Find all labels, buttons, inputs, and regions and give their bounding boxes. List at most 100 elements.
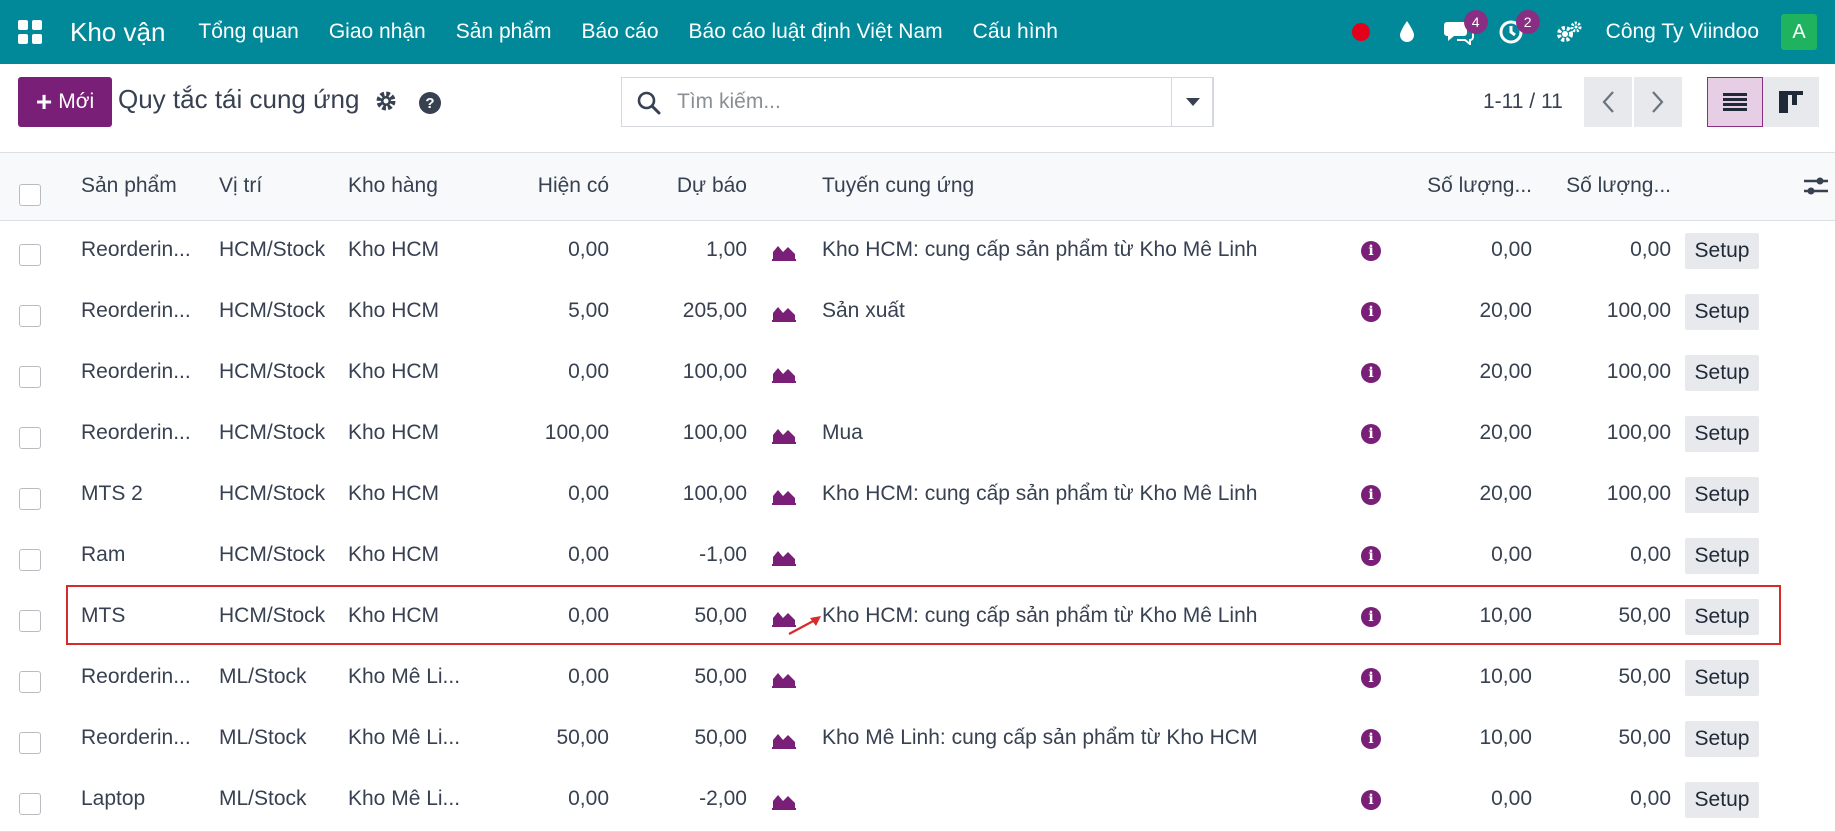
cell-warehouse[interactable]: Kho Mê Li... xyxy=(348,665,468,689)
cell-route[interactable]: Mua xyxy=(822,421,1342,445)
cell-max-qty[interactable]: 100,00 xyxy=(1540,482,1671,506)
cell-max-qty[interactable]: 0,00 xyxy=(1540,543,1671,567)
cell-forecast[interactable]: -1,00 xyxy=(620,543,747,567)
optional-columns-toggle-icon[interactable] xyxy=(1804,175,1828,202)
row-checkbox[interactable] xyxy=(19,366,41,388)
cell-on-hand[interactable]: 0,00 xyxy=(480,543,609,567)
kanban-view-button[interactable] xyxy=(1763,77,1819,127)
cell-on-hand[interactable]: 0,00 xyxy=(480,787,609,811)
cell-on-hand[interactable]: 5,00 xyxy=(480,299,609,323)
app-brand[interactable]: Kho vận xyxy=(70,17,165,48)
gear-icon[interactable] xyxy=(375,90,397,117)
row-checkbox[interactable] xyxy=(19,732,41,754)
cell-location[interactable]: HCM/Stock xyxy=(219,299,331,323)
cell-warehouse[interactable]: Kho HCM xyxy=(348,299,468,323)
setup-button[interactable]: Setup xyxy=(1685,721,1759,757)
table-row[interactable]: Laptop ML/Stock Kho Mê Li... 0,00 -2,00 i 0,00… xyxy=(0,770,1835,832)
cell-max-qty[interactable]: 100,00 xyxy=(1540,360,1671,384)
forecast-graph-icon[interactable] xyxy=(771,668,797,693)
cell-max-qty[interactable]: 50,00 xyxy=(1540,665,1671,689)
info-icon[interactable]: i xyxy=(1361,790,1381,810)
cell-on-hand[interactable]: 50,00 xyxy=(480,726,609,750)
table-row[interactable]: Reorderin... ML/Stock Kho Mê Li... 0,00 50,0… xyxy=(0,648,1835,710)
info-icon[interactable]: i xyxy=(1361,546,1381,566)
cell-warehouse[interactable]: Kho HCM xyxy=(348,360,468,384)
cell-max-qty[interactable]: 100,00 xyxy=(1540,299,1671,323)
cell-forecast[interactable]: -2,00 xyxy=(620,787,747,811)
cell-product[interactable]: Reorderin... xyxy=(81,665,209,689)
cell-warehouse[interactable]: Kho Mê Li... xyxy=(348,787,468,811)
row-checkbox[interactable] xyxy=(19,244,41,266)
cell-min-qty[interactable]: 0,00 xyxy=(1390,238,1532,262)
table-row[interactable]: Reorderin... HCM/Stock Kho HCM 0,00 1,00 Kho … xyxy=(0,221,1835,283)
company-switcher[interactable]: Công Ty Viindoo xyxy=(1606,20,1759,44)
row-checkbox[interactable] xyxy=(19,305,41,327)
column-header-min-qty[interactable]: Số lượng... xyxy=(1390,174,1532,198)
user-avatar[interactable]: A xyxy=(1781,14,1817,50)
info-icon[interactable]: i xyxy=(1361,668,1381,688)
cell-product[interactable]: Ram xyxy=(81,543,209,567)
cell-forecast[interactable]: 1,00 xyxy=(620,238,747,262)
cell-location[interactable]: ML/Stock xyxy=(219,787,331,811)
cell-min-qty[interactable]: 20,00 xyxy=(1390,299,1532,323)
cell-location[interactable]: HCM/Stock xyxy=(219,482,331,506)
info-icon[interactable]: i xyxy=(1361,729,1381,749)
setup-button[interactable]: Setup xyxy=(1685,294,1759,330)
search-input[interactable] xyxy=(677,78,1177,126)
cell-forecast[interactable]: 100,00 xyxy=(620,421,747,445)
cell-max-qty[interactable]: 0,00 xyxy=(1540,238,1671,262)
cell-location[interactable]: HCM/Stock xyxy=(219,238,331,262)
table-row[interactable]: Reorderin... HCM/Stock Kho HCM 0,00 100,00 i 2… xyxy=(0,343,1835,405)
cell-forecast[interactable]: 100,00 xyxy=(620,482,747,506)
forecast-graph-icon[interactable] xyxy=(771,485,797,510)
setup-button[interactable]: Setup xyxy=(1685,355,1759,391)
cell-location[interactable]: ML/Stock xyxy=(219,726,331,750)
activity-clock-icon[interactable]: 2 xyxy=(1496,10,1540,47)
cell-product[interactable]: Reorderin... xyxy=(81,299,209,323)
cell-on-hand[interactable]: 0,00 xyxy=(480,665,609,689)
row-checkbox[interactable] xyxy=(19,427,41,449)
setup-button[interactable]: Setup xyxy=(1685,660,1759,696)
menu-item-overview[interactable]: Tổng quan xyxy=(198,20,298,44)
cell-forecast[interactable]: 50,00 xyxy=(620,726,747,750)
column-header-forecast[interactable]: Dự báo xyxy=(620,174,747,198)
cell-location[interactable]: HCM/Stock xyxy=(219,421,331,445)
column-header-route[interactable]: Tuyến cung ứng xyxy=(822,174,974,198)
cell-product[interactable]: Reorderin... xyxy=(81,421,209,445)
cell-route[interactable]: Kho Mê Linh: cung cấp sản phẩm từ Kho HC… xyxy=(822,726,1342,750)
cell-max-qty[interactable]: 0,00 xyxy=(1540,787,1671,811)
new-button[interactable]: + Mới xyxy=(18,77,112,127)
cell-warehouse[interactable]: Kho Mê Li... xyxy=(348,726,468,750)
select-all-checkbox[interactable] xyxy=(19,184,41,206)
cell-min-qty[interactable]: 0,00 xyxy=(1390,543,1532,567)
table-row[interactable]: Reorderin... HCM/Stock Kho HCM 5,00 205,00 Sả… xyxy=(0,282,1835,344)
row-checkbox[interactable] xyxy=(19,488,41,510)
forecast-graph-icon[interactable] xyxy=(771,424,797,449)
cell-max-qty[interactable]: 50,00 xyxy=(1540,726,1671,750)
cell-on-hand[interactable]: 0,00 xyxy=(480,360,609,384)
row-checkbox[interactable] xyxy=(19,610,41,632)
cell-route[interactable]: Sản xuất xyxy=(822,299,1342,323)
column-header-product[interactable]: Sản phẩm xyxy=(81,174,177,198)
cell-min-qty[interactable]: 20,00 xyxy=(1390,421,1532,445)
pager-previous-button[interactable] xyxy=(1584,77,1632,127)
cell-on-hand[interactable]: 0,00 xyxy=(480,482,609,506)
cell-forecast[interactable]: 50,00 xyxy=(620,665,747,689)
column-header-on-hand[interactable]: Hiện có xyxy=(480,174,609,198)
help-icon[interactable]: ? xyxy=(419,92,441,114)
column-header-warehouse[interactable]: Kho hàng xyxy=(348,174,438,198)
pager-next-button[interactable] xyxy=(1634,77,1682,127)
cell-max-qty[interactable]: 100,00 xyxy=(1540,421,1671,445)
forecast-graph-icon[interactable] xyxy=(771,363,797,388)
row-checkbox[interactable] xyxy=(19,549,41,571)
chat-icon[interactable]: 4 xyxy=(1443,10,1488,47)
settings-gears-icon[interactable] xyxy=(1554,17,1584,47)
column-header-max-qty[interactable]: Số lượng... xyxy=(1540,174,1671,198)
forecast-graph-icon[interactable] xyxy=(771,729,797,754)
cell-min-qty[interactable]: 0,00 xyxy=(1390,787,1532,811)
cell-min-qty[interactable]: 20,00 xyxy=(1390,482,1532,506)
cell-on-hand[interactable]: 0,00 xyxy=(480,238,609,262)
cell-warehouse[interactable]: Kho HCM xyxy=(348,421,468,445)
info-icon[interactable]: i xyxy=(1361,363,1381,383)
pager-value[interactable]: 1-11 / 11 xyxy=(1483,90,1563,114)
